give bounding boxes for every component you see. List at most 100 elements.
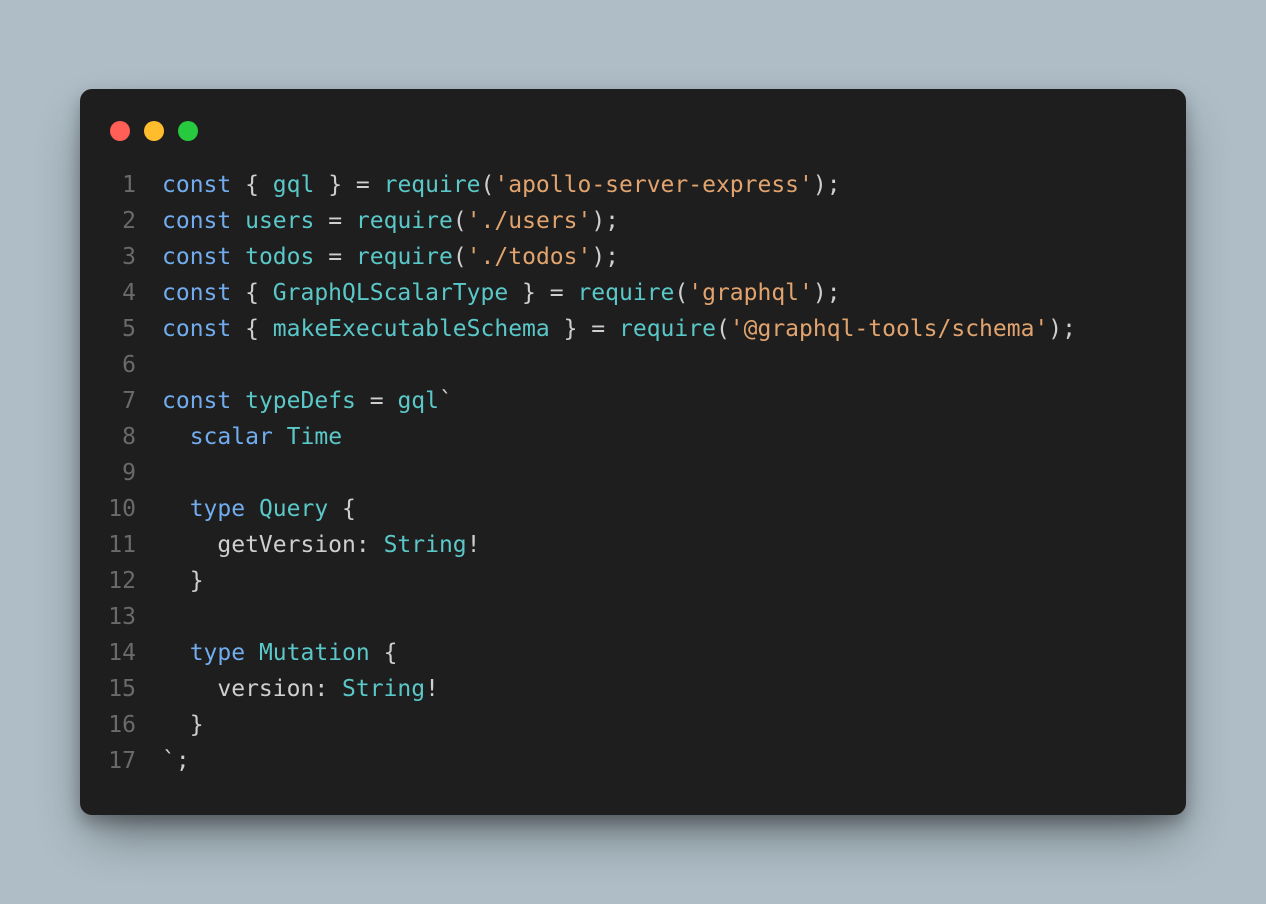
line-number: 9 bbox=[108, 455, 162, 491]
line-content bbox=[162, 455, 1158, 491]
code-token: String bbox=[342, 676, 425, 702]
close-icon[interactable] bbox=[110, 121, 130, 141]
code-line: 9 bbox=[108, 455, 1158, 491]
code-token: version: bbox=[162, 676, 342, 702]
code-token: './users' bbox=[467, 208, 592, 234]
zoom-icon[interactable] bbox=[178, 121, 198, 141]
code-editor-window: 1const { gql } = require('apollo-server-… bbox=[80, 89, 1186, 815]
code-line: 13 bbox=[108, 599, 1158, 635]
code-line: 15 version: String! bbox=[108, 671, 1158, 707]
code-token: 'apollo-server-express' bbox=[494, 172, 813, 198]
line-number: 6 bbox=[108, 347, 162, 383]
code-token bbox=[273, 424, 287, 450]
code-token: '@graphql-tools/schema' bbox=[730, 316, 1049, 342]
code-token: = bbox=[314, 208, 356, 234]
code-line: 10 type Query { bbox=[108, 491, 1158, 527]
line-content: const todos = require('./todos'); bbox=[162, 239, 1158, 275]
code-token: type bbox=[190, 640, 245, 666]
line-content: type Query { bbox=[162, 491, 1158, 527]
code-token bbox=[162, 424, 190, 450]
code-token: type bbox=[190, 496, 245, 522]
code-token: ! bbox=[425, 676, 439, 702]
line-number: 2 bbox=[108, 203, 162, 239]
code-token: ` bbox=[439, 388, 453, 414]
line-number: 11 bbox=[108, 527, 162, 563]
code-line: 2const users = require('./users'); bbox=[108, 203, 1158, 239]
line-number: 5 bbox=[108, 311, 162, 347]
code-line: 7const typeDefs = gql` bbox=[108, 383, 1158, 419]
code-token bbox=[231, 208, 245, 234]
line-number: 12 bbox=[108, 563, 162, 599]
code-token: } bbox=[162, 568, 204, 594]
code-line: 14 type Mutation { bbox=[108, 635, 1158, 671]
code-token: } = bbox=[508, 280, 577, 306]
code-token: ( bbox=[716, 316, 730, 342]
code-token: ); bbox=[1048, 316, 1076, 342]
code-line: 8 scalar Time bbox=[108, 419, 1158, 455]
code-token: ); bbox=[591, 208, 619, 234]
line-content: const users = require('./users'); bbox=[162, 203, 1158, 239]
code-token: Query bbox=[259, 496, 328, 522]
code-line: 3const todos = require('./todos'); bbox=[108, 239, 1158, 275]
code-token: const bbox=[162, 388, 231, 414]
line-content: getVersion: String! bbox=[162, 527, 1158, 563]
code-token: const bbox=[162, 244, 231, 270]
code-token: const bbox=[162, 280, 231, 306]
code-token: ! bbox=[467, 532, 481, 558]
code-token: const bbox=[162, 208, 231, 234]
line-number: 15 bbox=[108, 671, 162, 707]
code-token: 'graphql' bbox=[688, 280, 813, 306]
code-token: ); bbox=[813, 172, 841, 198]
code-token: './todos' bbox=[467, 244, 592, 270]
line-content: const { GraphQLScalarType } = require('g… bbox=[162, 275, 1158, 311]
code-token: { bbox=[231, 280, 273, 306]
code-token: } = bbox=[550, 316, 619, 342]
code-token bbox=[162, 640, 190, 666]
code-token bbox=[245, 640, 259, 666]
code-token: = bbox=[314, 244, 356, 270]
line-content: } bbox=[162, 563, 1158, 599]
code-token: Mutation bbox=[259, 640, 370, 666]
minimize-icon[interactable] bbox=[144, 121, 164, 141]
code-line: 4const { GraphQLScalarType } = require('… bbox=[108, 275, 1158, 311]
line-number: 8 bbox=[108, 419, 162, 455]
code-token: getVersion: bbox=[162, 532, 384, 558]
code-token: String bbox=[384, 532, 467, 558]
code-line: 6 bbox=[108, 347, 1158, 383]
code-line: 12 } bbox=[108, 563, 1158, 599]
line-content: `; bbox=[162, 743, 1158, 779]
line-content bbox=[162, 347, 1158, 383]
code-token: `; bbox=[162, 748, 190, 774]
line-number: 13 bbox=[108, 599, 162, 635]
code-token: Time bbox=[287, 424, 342, 450]
code-token: require bbox=[577, 280, 674, 306]
code-token: { bbox=[231, 172, 273, 198]
code-token: require bbox=[619, 316, 716, 342]
line-number: 7 bbox=[108, 383, 162, 419]
code-token: ( bbox=[453, 208, 467, 234]
code-token: { bbox=[231, 316, 273, 342]
code-token: ); bbox=[813, 280, 841, 306]
line-number: 1 bbox=[108, 167, 162, 203]
code-token: gql bbox=[273, 172, 315, 198]
code-token: require bbox=[384, 172, 481, 198]
code-token: { bbox=[328, 496, 356, 522]
code-token: const bbox=[162, 172, 231, 198]
code-token: gql bbox=[397, 388, 439, 414]
code-token: GraphQLScalarType bbox=[273, 280, 508, 306]
code-token: ( bbox=[674, 280, 688, 306]
line-number: 14 bbox=[108, 635, 162, 671]
code-token: } = bbox=[314, 172, 383, 198]
code-token: const bbox=[162, 316, 231, 342]
line-content: } bbox=[162, 707, 1158, 743]
code-token: todos bbox=[245, 244, 314, 270]
code-line: 16 } bbox=[108, 707, 1158, 743]
code-token bbox=[231, 388, 245, 414]
code-token: } bbox=[162, 712, 204, 738]
line-number: 10 bbox=[108, 491, 162, 527]
line-content: scalar Time bbox=[162, 419, 1158, 455]
line-content: const { gql } = require('apollo-server-e… bbox=[162, 167, 1158, 203]
code-line: 17`; bbox=[108, 743, 1158, 779]
code-token: { bbox=[370, 640, 398, 666]
code-token bbox=[245, 496, 259, 522]
